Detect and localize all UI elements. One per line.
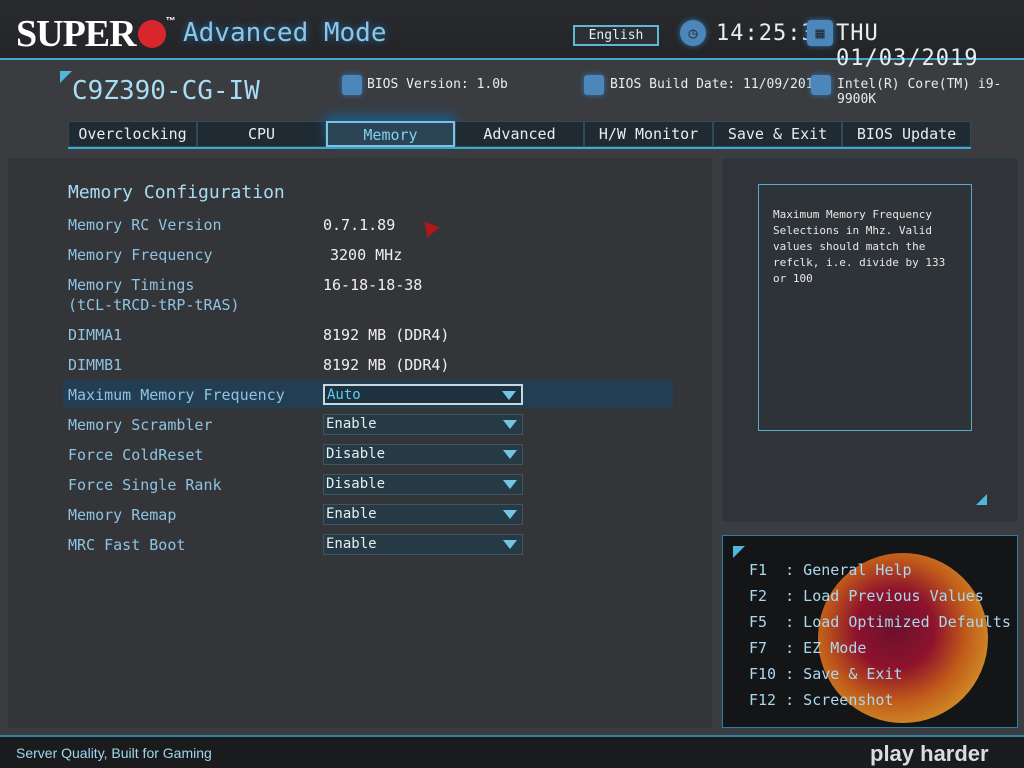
bios-version: BIOS Version: 1.0b bbox=[367, 77, 508, 92]
bios-build-date: BIOS Build Date: 11/09/2018 bbox=[610, 77, 822, 92]
dropdown-value: Enable bbox=[326, 536, 377, 552]
supermicro-logo: SUPER ™ bbox=[16, 12, 176, 56]
tab-save-exit[interactable]: Save & Exit bbox=[713, 121, 842, 147]
hotkey-f5: F5 : Load Optimized Defaults bbox=[749, 613, 1011, 631]
settings-panel: Memory Configuration Memory RC Version 0… bbox=[8, 158, 712, 728]
dropdown-value: Enable bbox=[326, 506, 377, 522]
hotkey-panel: F1 : General Help F2 : Load Previous Val… bbox=[722, 535, 1018, 728]
trademark: ™ bbox=[165, 16, 176, 27]
setting-label[interactable]: Force ColdReset bbox=[68, 446, 203, 464]
clock-icon: ◷ bbox=[680, 20, 706, 46]
setting-label[interactable]: Maximum Memory Frequency bbox=[68, 386, 285, 404]
info-label: Memory Timings bbox=[68, 276, 195, 294]
tab-memory[interactable]: Memory bbox=[326, 121, 455, 147]
help-panel: Maximum Memory Frequency Selections in M… bbox=[722, 158, 1018, 522]
header-bar: SUPER ™ Advanced Mode English ◷ 14:25:38 … bbox=[0, 0, 1024, 71]
corner-marker-icon bbox=[976, 494, 987, 505]
corner-marker-icon bbox=[60, 71, 72, 83]
setting-label[interactable]: Memory Remap bbox=[68, 506, 176, 524]
info-label: Memory Frequency bbox=[68, 246, 213, 264]
setting-label[interactable]: Force Single Rank bbox=[68, 476, 222, 494]
footer-bar: Server Quality, Built for Gaming play ha… bbox=[0, 735, 1024, 768]
dropdown-value: Disable bbox=[326, 476, 386, 492]
logo-text: SUPER bbox=[16, 13, 137, 55]
tab-cpu[interactable]: CPU bbox=[197, 121, 326, 147]
play-harder-logo: play harder bbox=[870, 741, 989, 766]
memory-remap-dropdown[interactable]: Enable bbox=[323, 504, 523, 525]
dropdown-value: Enable bbox=[326, 416, 377, 432]
force-coldreset-dropdown[interactable]: Disable bbox=[323, 444, 523, 465]
setting-label[interactable]: MRC Fast Boot bbox=[68, 536, 185, 554]
dropdown-value: Auto bbox=[327, 387, 361, 403]
info-label-sub: (tCL-tRCD-tRP-tRAS) bbox=[68, 296, 240, 314]
info-label: DIMMA1 bbox=[68, 326, 123, 344]
help-text: Maximum Memory Frequency Selections in M… bbox=[758, 184, 972, 431]
hotkey-f2: F2 : Load Previous Values bbox=[749, 587, 984, 605]
bios-build-icon bbox=[584, 75, 604, 95]
max-memory-frequency-dropdown[interactable]: Auto bbox=[323, 384, 523, 405]
clock-date[interactable]: THU 01/03/2019 bbox=[836, 21, 1024, 71]
info-value: 8192 MB (DDR4) bbox=[323, 326, 450, 344]
tab-overclocking[interactable]: Overclocking bbox=[68, 121, 197, 147]
corner-marker-icon bbox=[733, 546, 745, 558]
calendar-icon: ▦ bbox=[807, 20, 833, 46]
info-value: 0.7.1.89 bbox=[323, 216, 396, 234]
bios-chip-icon bbox=[342, 75, 362, 95]
tab-bar: Overclocking CPU Memory Advanced H/W Mon… bbox=[68, 121, 971, 149]
hotkey-f7: F7 : EZ Mode bbox=[749, 639, 867, 657]
info-label: DIMMB1 bbox=[68, 356, 123, 374]
tab-advanced[interactable]: Advanced bbox=[455, 121, 584, 147]
dropdown-value: Disable bbox=[326, 446, 386, 462]
chevron-down-icon bbox=[503, 420, 517, 429]
memory-scrambler-dropdown[interactable]: Enable bbox=[323, 414, 523, 435]
mrc-fast-boot-dropdown[interactable]: Enable bbox=[323, 534, 523, 555]
page-title: Advanced Mode bbox=[183, 18, 387, 48]
chevron-down-icon bbox=[502, 391, 516, 400]
info-value: 3200 MHz bbox=[330, 246, 403, 264]
chevron-down-icon bbox=[503, 540, 517, 549]
logo-red-dot bbox=[137, 20, 166, 49]
tagline: Server Quality, Built for Gaming bbox=[16, 745, 212, 761]
tab-bios-update[interactable]: BIOS Update bbox=[842, 121, 971, 147]
chevron-down-icon bbox=[503, 450, 517, 459]
force-single-rank-dropdown[interactable]: Disable bbox=[323, 474, 523, 495]
chevron-down-icon bbox=[503, 510, 517, 519]
board-model: C9Z390-CG-IW bbox=[72, 76, 260, 106]
info-value: 16-18-18-38 bbox=[323, 276, 423, 294]
chevron-down-icon bbox=[503, 480, 517, 489]
hotkey-f1: F1 : General Help bbox=[749, 561, 912, 579]
tab-hw-monitor[interactable]: H/W Monitor bbox=[584, 121, 713, 147]
cpu-name: Intel(R) Core(TM) i9-9900K bbox=[837, 77, 1002, 107]
hotkey-f12: F12 : Screenshot bbox=[749, 691, 894, 709]
info-label: Memory RC Version bbox=[68, 216, 222, 234]
info-value: 8192 MB (DDR4) bbox=[323, 356, 450, 374]
hotkey-f10: F10 : Save & Exit bbox=[749, 665, 903, 683]
cpu-icon bbox=[811, 75, 831, 95]
section-heading: Memory Configuration bbox=[68, 182, 285, 203]
language-button[interactable]: English bbox=[573, 25, 659, 46]
setting-label[interactable]: Memory Scrambler bbox=[68, 416, 213, 434]
